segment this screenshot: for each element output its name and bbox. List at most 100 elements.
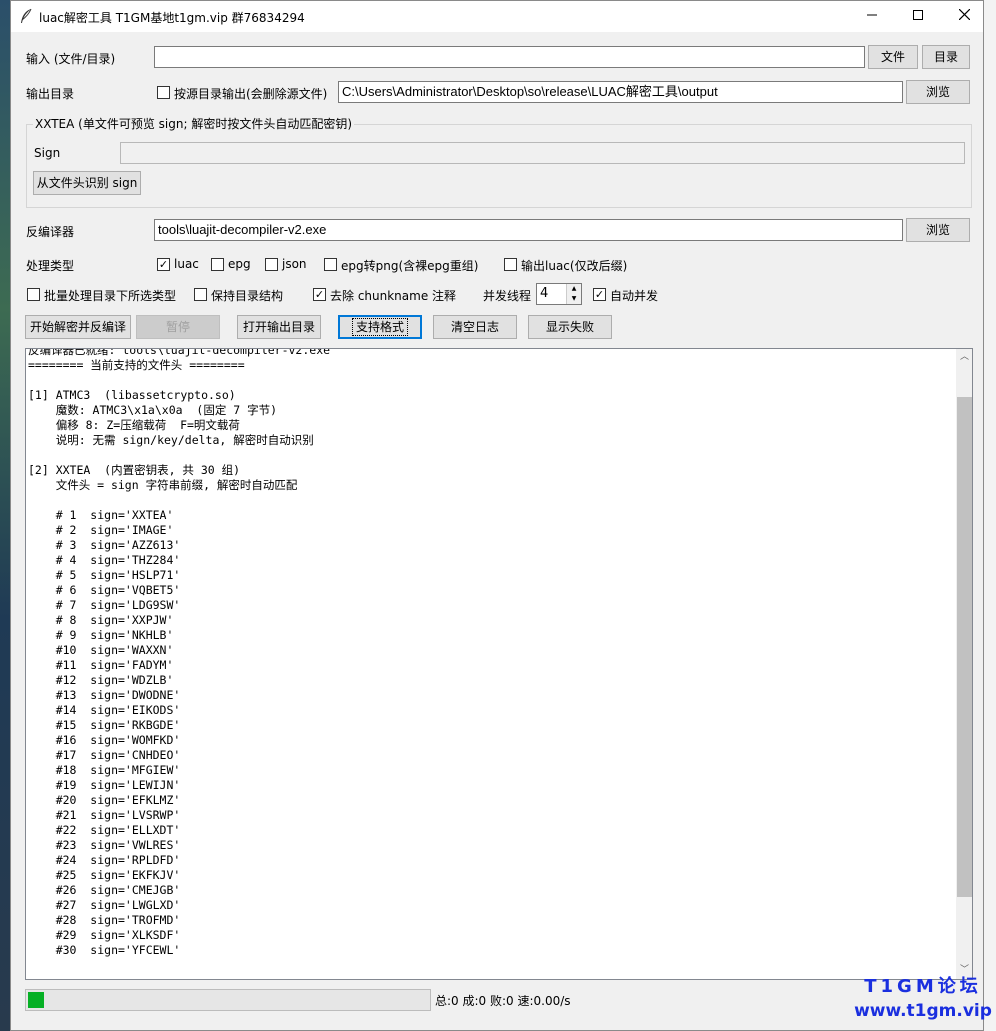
log-line: #23 sign='VWLRES' [28, 838, 181, 852]
log-line: #25 sign='EKFKJV' [28, 868, 181, 882]
progress-fill [28, 992, 44, 1008]
spin-down-icon[interactable]: ▼ [566, 294, 581, 304]
type-json-checkbox[interactable] [265, 258, 278, 271]
scroll-up-icon[interactable]: ︿ [956, 349, 972, 366]
progress-bar [25, 989, 431, 1011]
app-window: luac解密工具 T1GM基地t1gm.vip 群76834294 输入 (文件… [10, 0, 984, 1031]
log-line: #21 sign='LVSRWP' [28, 808, 181, 822]
log-line: #29 sign='XLKSDF' [28, 928, 181, 942]
log-line: # 4 sign='THZ284' [28, 553, 181, 567]
minimize-button[interactable] [849, 1, 895, 32]
input-path-field[interactable] [154, 46, 865, 68]
log-line: # 5 sign='HSLP71' [28, 568, 181, 582]
log-line: 偏移 8: Z=压缩载荷 F=明文载荷 [28, 418, 240, 432]
xxtea-group-title: XXTEA (单文件可预览 sign; 解密时按文件头自动匹配密钥) [33, 115, 355, 132]
type-luac-checkbox[interactable]: ✓ [157, 258, 170, 271]
auto-concurrency-checkbox[interactable]: ✓ [593, 288, 606, 301]
maximize-icon [913, 10, 923, 20]
pause-button[interactable]: 暂停 [136, 315, 220, 339]
show-failed-button[interactable]: 显示失败 [528, 315, 612, 339]
desktop-background [0, 0, 10, 1031]
background-window-edge [984, 0, 996, 1031]
log-line: 反编译器已就绪: tools\luajit-decompiler-v2.exe [28, 348, 331, 357]
log-line: #18 sign='MFGIEW' [28, 763, 181, 777]
type-epg-label: epg [228, 257, 251, 271]
log-line: # 2 sign='IMAGE' [28, 523, 174, 537]
title-bar[interactable]: luac解密工具 T1GM基地t1gm.vip 群76834294 [11, 1, 983, 32]
watermark: T1GM论坛 www.t1gm.vip [850, 974, 996, 1022]
type-outluac-checkbox[interactable] [504, 258, 517, 271]
log-line: # 9 sign='NKHLB' [28, 628, 174, 642]
log-line: #30 sign='YFCEWL' [28, 943, 181, 957]
threads-value: 4 [540, 286, 549, 301]
type-epg2png-checkbox[interactable] [324, 258, 337, 271]
type-epg-checkbox[interactable] [211, 258, 224, 271]
choose-dir-button[interactable]: 目录 [922, 45, 970, 69]
batch-checkbox[interactable] [27, 288, 40, 301]
formats-button-label: 支持格式 [351, 318, 409, 336]
formats-button[interactable]: 支持格式 [338, 315, 422, 339]
log-line: #14 sign='EIKODS' [28, 703, 181, 717]
type-luac-label: luac [174, 257, 199, 271]
window-title: luac解密工具 T1GM基地t1gm.vip 群76834294 [39, 11, 305, 25]
log-line: # 7 sign='LDG9SW' [28, 598, 181, 612]
close-button[interactable] [941, 1, 987, 32]
sign-label: Sign [34, 146, 61, 160]
start-button[interactable]: 开始解密并反编译 [25, 315, 131, 339]
spin-up-icon[interactable]: ▲ [566, 284, 581, 294]
output-path-field[interactable]: C:\Users\Administrator\Desktop\so\releas… [338, 81, 903, 103]
keep-src-label: 按源目录输出(会删除源文件) [174, 87, 328, 101]
log-line: # 8 sign='XXPJW' [28, 613, 174, 627]
close-icon [958, 8, 970, 21]
decompiler-path-field[interactable]: tools\luajit-decompiler-v2.exe [154, 219, 903, 241]
keep-struct-checkbox[interactable] [194, 288, 207, 301]
log-line: [1] ATMC3 (libassetcrypto.so) [28, 388, 236, 402]
output-label: 输出目录 [26, 87, 75, 101]
status-bar: 总:0 成:0 败:0 速:0.00/s [25, 989, 973, 1011]
status-text: 总:0 成:0 败:0 速:0.00/s [435, 994, 571, 1008]
log-line: 魔数: ATMC3\x1a\x0a (固定 7 字节) [28, 403, 278, 417]
log-content: 反编译器已就绪: tools\luajit-decompiler-v2.exe =… [28, 348, 954, 958]
log-line: ======== 当前支持的文件头 ======== [28, 358, 245, 372]
log-line: #17 sign='CNHDEO' [28, 748, 181, 762]
watermark-line1: T1GM论坛 [864, 976, 982, 997]
log-line: #19 sign='LEWIJN' [28, 778, 181, 792]
output-browse-button[interactable]: 浏览 [906, 80, 970, 104]
scroll-thumb[interactable] [957, 397, 972, 897]
open-output-button[interactable]: 打开输出目录 [237, 315, 321, 339]
clear-log-button[interactable]: 清空日志 [433, 315, 517, 339]
log-line: #28 sign='TROFMD' [28, 913, 181, 927]
maximize-button[interactable] [895, 1, 941, 32]
strip-chunkname-checkbox[interactable]: ✓ [313, 288, 326, 301]
keep-struct-label: 保持目录结构 [211, 289, 284, 303]
types-label: 处理类型 [26, 259, 75, 273]
log-line: #22 sign='ELLXDT' [28, 823, 181, 837]
log-line: #11 sign='FADYM' [28, 658, 174, 672]
watermark-line2: www.t1gm.vip [854, 1001, 992, 1021]
log-line: # 3 sign='AZZ613' [28, 538, 181, 552]
log-line: # 1 sign='XXTEA' [28, 508, 174, 522]
log-line: #20 sign='EFKLMZ' [28, 793, 181, 807]
decompiler-browse-button[interactable]: 浏览 [906, 218, 970, 242]
batch-label: 批量处理目录下所选类型 [44, 289, 177, 303]
minimize-icon [867, 14, 877, 16]
log-line: 文件头 = sign 字符串前缀, 解密时自动匹配 [28, 478, 298, 492]
auto-concurrency-label: 自动并发 [610, 289, 659, 303]
log-line: #24 sign='RPLDFD' [28, 853, 181, 867]
log-line: #16 sign='WOMFKD' [28, 733, 181, 747]
input-label: 输入 (文件/目录) [26, 52, 116, 66]
type-outluac-label: 输出luac(仅改后缀) [521, 259, 628, 273]
log-scrollbar[interactable]: ︿ ﹀ [956, 349, 972, 979]
threads-spinbox[interactable]: 4 ▲ ▼ [536, 283, 582, 305]
log-line: #15 sign='RKBGDE' [28, 718, 181, 732]
choose-file-button[interactable]: 文件 [868, 45, 918, 69]
log-line: #10 sign='WAXXN' [28, 643, 174, 657]
log-textbox[interactable]: 反编译器已就绪: tools\luajit-decompiler-v2.exe =… [25, 348, 973, 980]
log-line: # 6 sign='VQBET5' [28, 583, 181, 597]
sign-field[interactable] [120, 142, 965, 164]
keep-src-checkbox[interactable] [157, 86, 170, 99]
detect-sign-button[interactable]: 从文件头识别 sign [33, 171, 141, 195]
